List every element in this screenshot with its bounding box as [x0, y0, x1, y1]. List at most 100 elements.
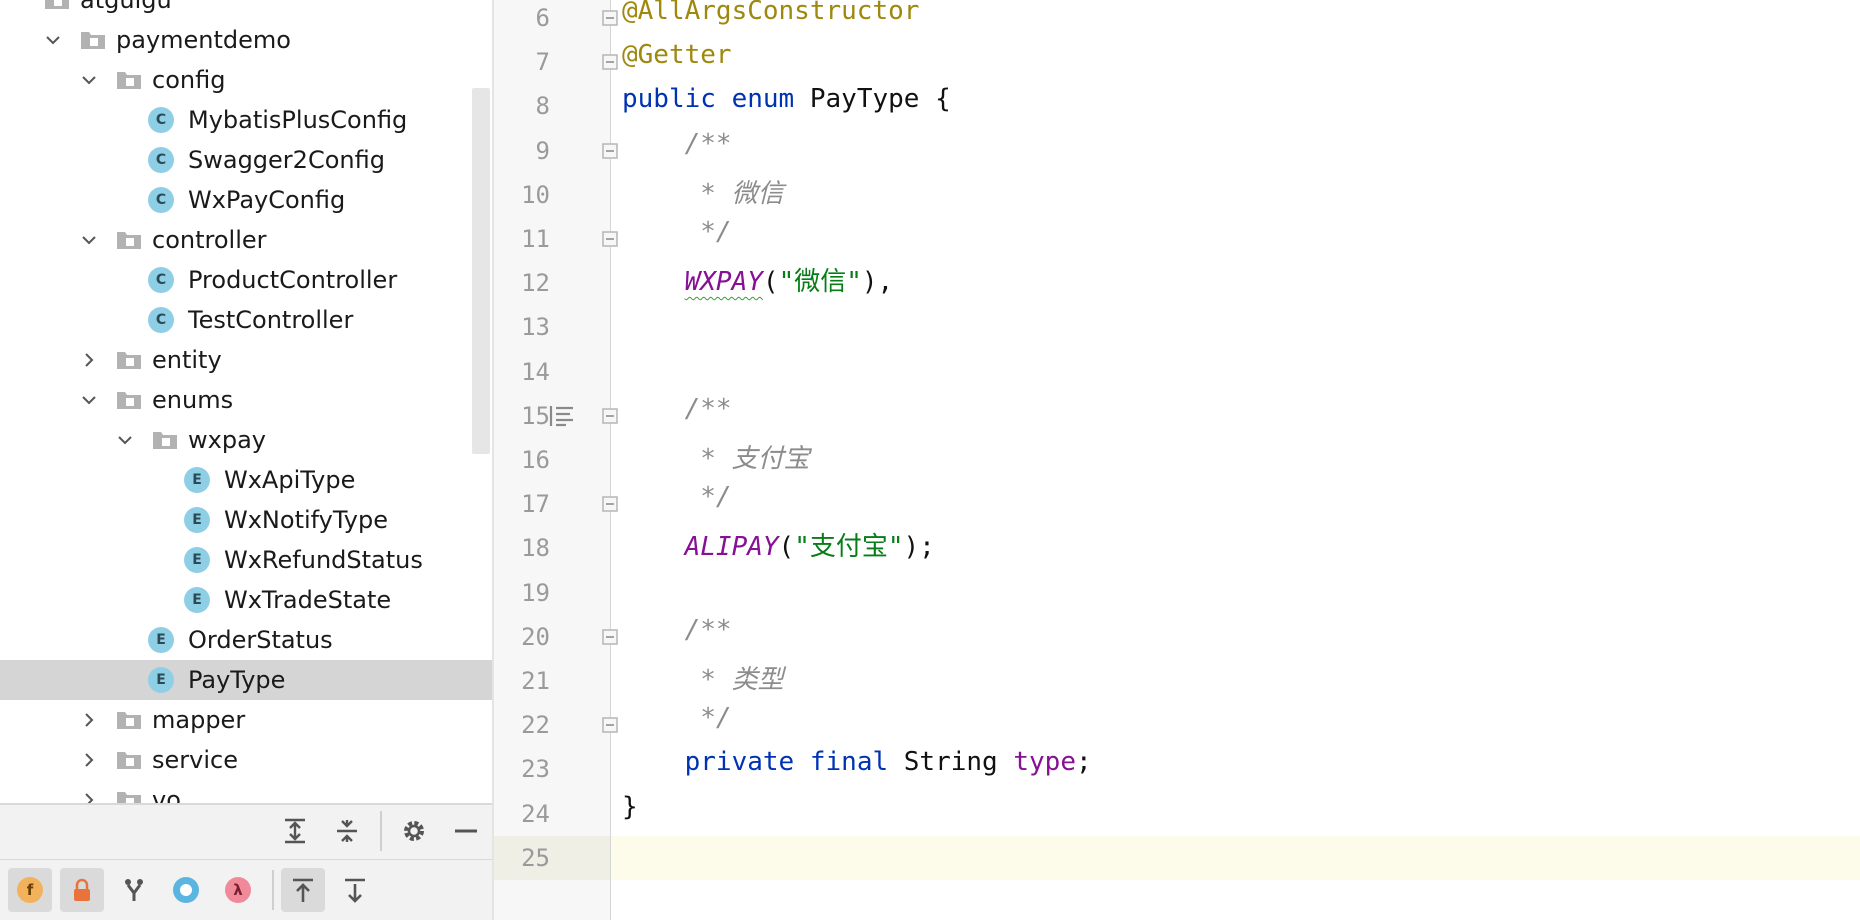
- structure-toolbar-bottom: f λ: [0, 859, 492, 920]
- fold-marker-icon[interactable]: [600, 494, 620, 514]
- fold-marker-icon[interactable]: [600, 715, 620, 735]
- chevron-down-icon[interactable]: [80, 391, 98, 409]
- code-token: String: [903, 747, 1014, 778]
- code-token: "支付宝": [794, 532, 904, 563]
- chevron-down-icon[interactable]: [80, 231, 98, 249]
- tree-folder[interactable]: vo: [0, 780, 492, 803]
- autoscroll-to-source-button[interactable]: [281, 868, 325, 912]
- chevron-down-icon[interactable]: [116, 431, 134, 449]
- class-icon: C: [148, 187, 174, 213]
- hide-icon[interactable]: [444, 809, 488, 853]
- code-token: (: [762, 267, 779, 298]
- code-line: ALIPAY("支付宝");: [622, 526, 935, 570]
- tree-item-label: ProductController: [188, 266, 398, 294]
- field-f-icon: f: [17, 877, 43, 903]
- tree-item-label: wxpay: [188, 426, 266, 454]
- tree-file[interactable]: E WxNotifyType: [0, 500, 492, 540]
- class-icon: C: [148, 107, 174, 133]
- code-token: private: [684, 747, 810, 778]
- project-tree: atguigu paymentdemo config C MybatisPlusConf…: [0, 0, 492, 803]
- tree-folder[interactable]: config: [0, 60, 492, 100]
- code-token: */: [622, 482, 732, 513]
- class-icon: C: [148, 267, 174, 293]
- line-number: 11: [521, 225, 550, 253]
- show-inherited-button[interactable]: [112, 868, 156, 912]
- tree-file[interactable]: E WxRefundStatus: [0, 540, 492, 580]
- code-token: */: [622, 703, 732, 734]
- code-token: type: [1013, 747, 1076, 778]
- code-line: /**: [622, 394, 732, 438]
- show-anonymous-button[interactable]: [164, 868, 208, 912]
- code-line: */: [622, 482, 732, 526]
- fold-marker-icon[interactable]: [600, 229, 620, 249]
- code-token: WXPAY: [684, 267, 763, 298]
- fold-marker-icon[interactable]: [600, 52, 620, 72]
- fold-marker-icon[interactable]: [600, 141, 620, 161]
- tree-folder[interactable]: entity: [0, 340, 492, 380]
- code-token: /**: [622, 393, 732, 424]
- collapse-all-icon[interactable]: [325, 809, 369, 853]
- tree-file[interactable]: E WxApiType: [0, 460, 492, 500]
- tree-file[interactable]: E OrderStatus: [0, 620, 492, 660]
- tree-folder[interactable]: paymentdemo: [0, 20, 492, 60]
- code-token: * 类型: [622, 665, 784, 695]
- render-doc-icon[interactable]: [548, 404, 576, 428]
- code-token: ;: [1075, 747, 1092, 778]
- tree-folder[interactable]: mapper: [0, 700, 492, 740]
- tree-item-label: Swagger2Config: [188, 146, 385, 174]
- line-number: 13: [521, 313, 550, 342]
- tree-folder[interactable]: wxpay: [0, 420, 492, 460]
- line-number: 25: [521, 843, 550, 872]
- tree-file[interactable]: E WxTradeState: [0, 580, 492, 620]
- tree-file[interactable]: E PayType: [0, 660, 492, 700]
- tree-scrollbar[interactable]: [472, 88, 490, 454]
- line-number: 16: [521, 446, 550, 474]
- tree-file[interactable]: C MybatisPlusConfig: [0, 100, 492, 140]
- code-token: PayType {: [809, 84, 951, 115]
- fold-marker-icon[interactable]: [600, 406, 620, 426]
- chevron-down-icon[interactable]: [44, 31, 62, 49]
- fold-marker-icon[interactable]: [600, 8, 620, 28]
- tree-folder[interactable]: controller: [0, 220, 492, 260]
- code-token: (: [778, 532, 795, 563]
- tree-file[interactable]: C Swagger2Config: [0, 140, 492, 180]
- tree-folder[interactable]: enums: [0, 380, 492, 420]
- chevron-right-icon[interactable]: [80, 711, 98, 729]
- fold-marker-icon[interactable]: [600, 627, 620, 647]
- line-number: 8: [535, 92, 550, 121]
- line-number: 21: [521, 667, 550, 695]
- tree-item-label: WxTradeState: [224, 586, 392, 614]
- tree-file[interactable]: C WxPayConfig: [0, 180, 492, 220]
- tree-item-label: config: [152, 66, 226, 94]
- gear-icon[interactable]: [392, 809, 436, 853]
- chevron-down-icon[interactable]: [80, 71, 98, 89]
- expand-all-icon[interactable]: [273, 809, 317, 853]
- tree-file[interactable]: C TestController: [0, 300, 492, 340]
- folder-icon: [152, 430, 178, 450]
- folder-icon: [116, 230, 142, 250]
- enum-icon: E: [184, 507, 210, 533]
- autoscroll-from-source-button[interactable]: [333, 868, 377, 912]
- chevron-right-icon[interactable]: [80, 351, 98, 369]
- show-non-public-button[interactable]: [60, 868, 104, 912]
- chevron-right-icon[interactable]: [80, 791, 98, 803]
- code-token: /**: [622, 614, 732, 645]
- tree-file[interactable]: C ProductController: [0, 260, 492, 300]
- up-to-top-icon: [293, 878, 313, 902]
- code-token: ),: [861, 267, 894, 298]
- tree-item-label: controller: [152, 226, 267, 254]
- enum-icon: E: [184, 587, 210, 613]
- code-line: * 微信: [622, 173, 783, 217]
- tree-folder[interactable]: atguigu: [0, 0, 492, 20]
- code-line: }: [622, 792, 638, 836]
- folder-icon: [116, 790, 142, 803]
- line-number: 10: [521, 180, 550, 209]
- enum-icon: E: [148, 667, 174, 693]
- show-lambdas-button[interactable]: λ: [216, 868, 260, 912]
- chevron-right-icon[interactable]: [80, 751, 98, 769]
- tree-folder[interactable]: service: [0, 740, 492, 780]
- enum-icon: E: [184, 547, 210, 573]
- show-fields-button[interactable]: f: [8, 868, 52, 912]
- line-number: 24: [521, 799, 550, 828]
